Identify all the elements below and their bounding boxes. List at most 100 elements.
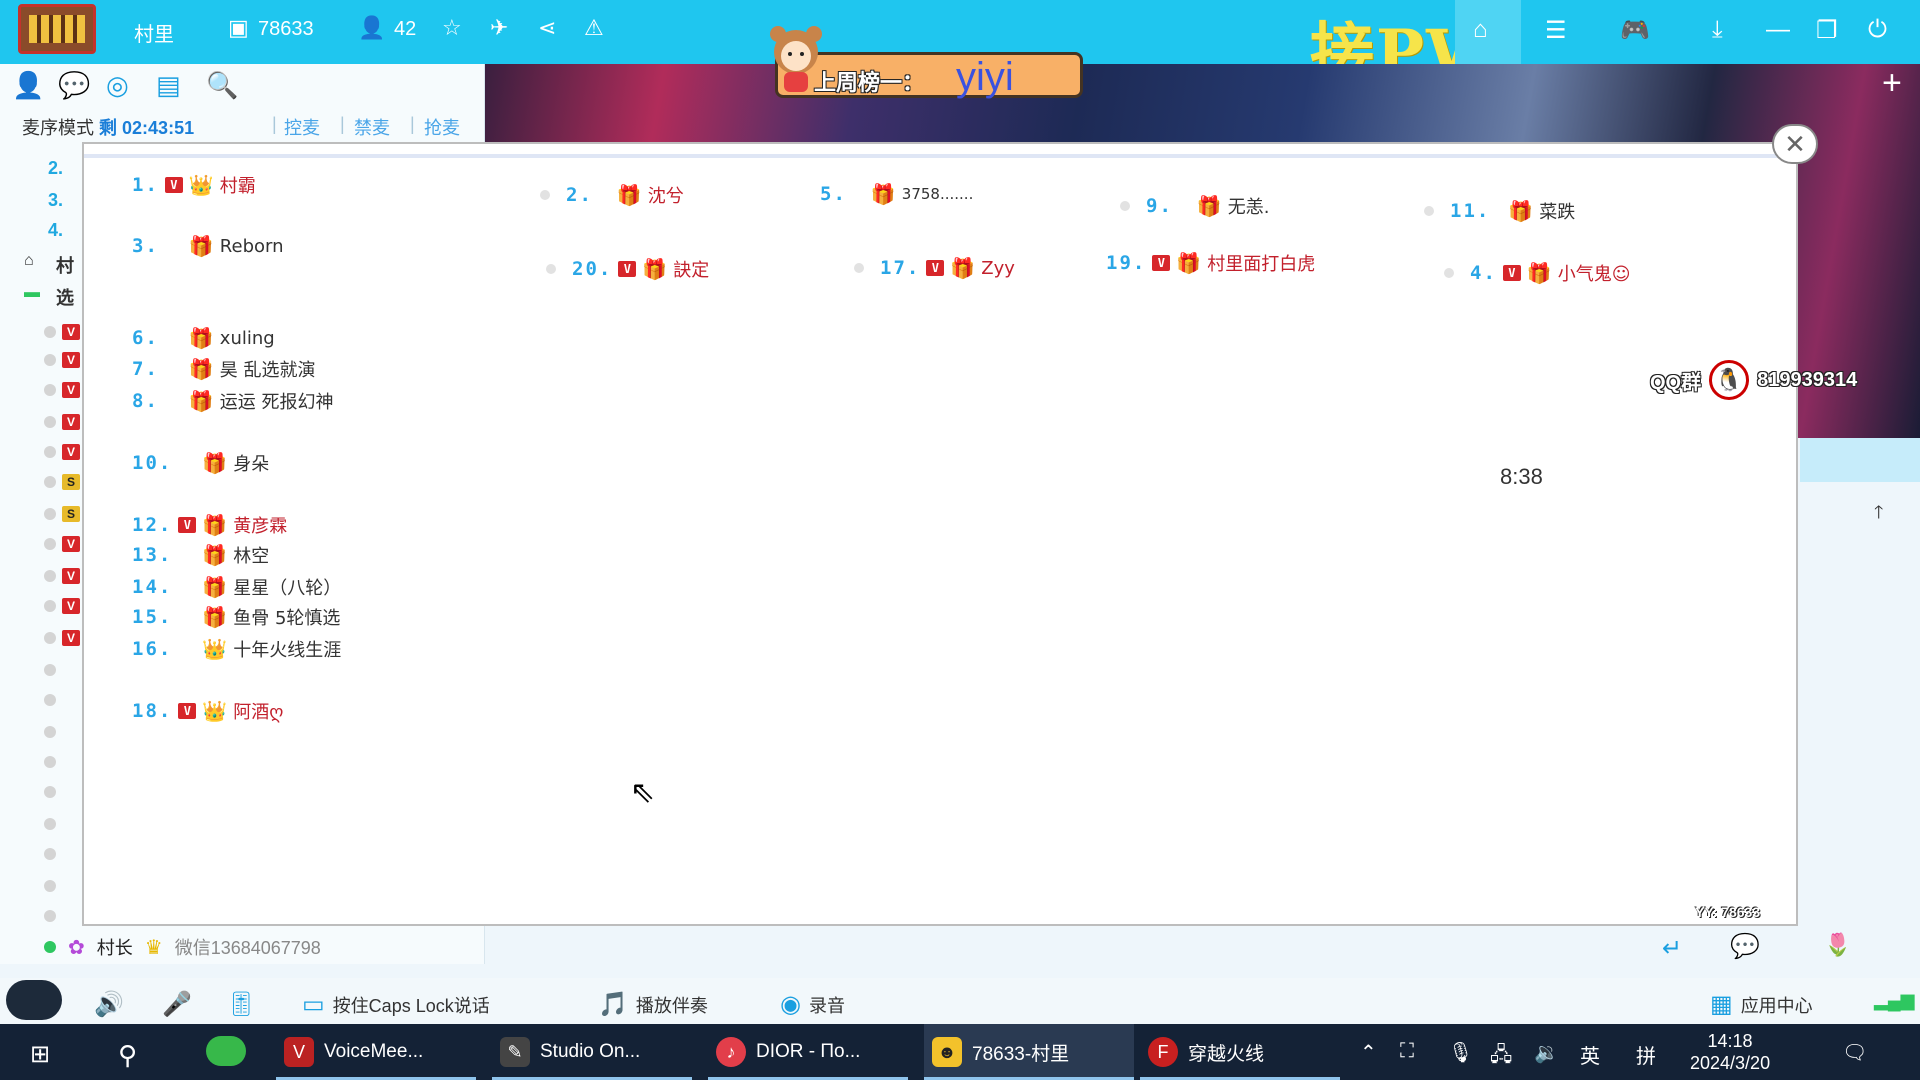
weekly-top-name: yiyi [956,55,1014,99]
queue-entry[interactable]: 6. 🎁 xuling [132,326,275,350]
ban-mic-link[interactable]: 禁麦 [354,114,390,140]
collapse-icon[interactable]: ⌂ [24,252,34,270]
queue-entry[interactable]: 8. 🎁 运运 死报幻神 [132,388,334,414]
queue-entry[interactable]: 18. V 👑 阿酒ღ [132,698,283,724]
member-status [44,910,56,922]
tray-app-icon[interactable]: ⛶ [1400,1040,1414,1063]
queue-entry[interactable]: 4. V 🎁 小气鬼☺ [1444,260,1631,286]
queue-entry[interactable]: 15. 🎁 鱼骨 5轮慎选 [132,604,340,630]
section-label[interactable]: 村 [56,252,74,278]
power-icon[interactable]: ⏻ [1868,16,1887,44]
queue-entry[interactable]: 13. 🎁 林空 [132,542,269,568]
volume-icon[interactable]: 🔉 [1534,1040,1559,1065]
member-status [44,756,56,768]
chat-icon[interactable]: 💬 [58,70,90,101]
board-icon[interactable]: ▤ [156,70,181,101]
windows-taskbar: ⊞ ⚲ V VoiceMee... ✎ Studio On... ♪ DIOR … [0,1024,1920,1080]
rose-icon[interactable]: 🌷 [1824,932,1851,958]
entry-rank: 2. [566,184,593,206]
entry-rank: 16. [132,638,173,660]
netease-music-icon: ♪ [716,1037,746,1067]
minimize-icon[interactable]: — [1766,16,1790,44]
add-icon[interactable]: + [1882,64,1902,103]
queue-entry[interactable]: 17. V 🎁 Zyy [854,256,1015,280]
member-status [44,632,56,644]
taskbar-app-yy[interactable]: ☻ 78633-村里 [924,1024,1134,1080]
member-status [44,880,56,892]
queue-entry[interactable]: 7. 🎁 昊 乱选就演 [132,356,316,382]
download-icon[interactable]: ⤓ [1712,16,1723,44]
queue-entry[interactable]: 19. V 🎁 村里面打白虎 [1106,250,1315,276]
notification-icon[interactable]: 🗨 [1842,1040,1867,1065]
scroll-up-icon[interactable]: 🡑 [1874,500,1883,530]
plane-icon[interactable]: ✈ [490,16,508,40]
member-row[interactable]: ✿ 村长 ♛ 微信13684067798 [44,934,321,960]
record-button[interactable]: ◉ 录音 [780,990,845,1019]
queue-entry[interactable]: 5. 🎁 3758....... [820,182,973,206]
close-button[interactable]: ✕ [1772,124,1818,164]
online-count[interactable]: 42 [394,18,416,41]
section-label[interactable]: 选 [56,284,74,310]
vip-badge: V [62,598,80,614]
queue-entry[interactable]: 3. 🎁 Reborn [132,234,284,258]
report-icon[interactable]: ⚠ [584,16,604,40]
mic-tray-icon[interactable]: 🎙 [1448,1040,1473,1065]
expand-icon[interactable]: ▬ [24,284,40,302]
ime-mode-indicator[interactable]: 拼 [1636,1040,1656,1069]
accompaniment-button[interactable]: 🎵 播放伴奏 [598,990,708,1019]
share-icon[interactable]: ⋖ [538,16,556,40]
return-icon[interactable]: ↵ [1662,934,1682,963]
queue-entry[interactable]: 12. V 🎁 黄彦霖 [132,512,287,538]
crown-icon: 👑 [202,637,228,661]
entry-name: 黄彦霖 [233,516,288,537]
queue-entry[interactable]: 16. 👑 十年火线生涯 [132,636,341,662]
home-button[interactable]: ⌂ [1455,0,1521,64]
avatar[interactable] [6,980,62,1020]
entry-rank: 10. [132,452,173,474]
room-id[interactable]: 78633 [258,18,314,41]
right-panel-header [1800,438,1920,482]
chevron-up-icon[interactable]: ⌃ [1360,1040,1377,1065]
queue-entry[interactable]: 9. 🎁 无恙. [1120,193,1270,219]
crown-icon: 👑 [188,173,214,197]
message-icon[interactable]: 💬 [1730,932,1760,961]
taskbar-app-voicemeeter[interactable]: V VoiceMee... [276,1024,476,1080]
queue-entry[interactable]: 2. 🎁 沈兮 [540,182,684,208]
push-to-talk-button[interactable]: ▭ 按住Caps Lock说话 [302,990,490,1019]
windows-start-icon[interactable]: ⊞ [30,1040,50,1069]
equalizer-icon[interactable]: 🎚 [226,990,256,1019]
browser-icon[interactable] [206,1036,246,1066]
taskbar-app-studio[interactable]: ✎ Studio On... [492,1024,692,1080]
gamepad-icon[interactable]: 🎮 [1620,16,1650,45]
location-icon[interactable]: ◎ [106,70,129,101]
member-icon[interactable]: 👤 [12,70,44,101]
search-icon[interactable]: ⚲ [118,1040,137,1071]
queue-entry[interactable]: 11. 🎁 菜跌 [1424,198,1575,224]
microphone-icon[interactable]: 🎤 [162,990,192,1019]
taskbar-app-music[interactable]: ♪ DIOR - По... [708,1024,908,1080]
vip-badge: V [178,517,197,533]
member-status [44,508,56,520]
ime-indicator[interactable]: 英 [1580,1040,1600,1069]
grab-mic-link[interactable]: 抢麦 [424,114,460,140]
search-icon[interactable]: 🔍 [206,70,238,101]
queue-entry[interactable]: 10. 🎁 身朵 [132,450,269,476]
queue-entry[interactable]: 14. 🎁 星星（八轮） [132,574,341,600]
queue-entry[interactable]: 20. V 🎁 訣定 [546,256,709,282]
gift-icon: 🎁 [1176,251,1202,275]
restore-icon[interactable]: ❐ [1816,16,1838,45]
app-center-button[interactable]: ▦ 应用中心 [1710,990,1813,1019]
taskbar-app-crossfire[interactable]: F 穿越火线 [1140,1024,1340,1080]
control-mic-link[interactable]: 控麦 [284,114,320,140]
star-icon[interactable]: ☆ [442,16,462,40]
list-icon[interactable]: ☰ [1545,16,1567,45]
record-label: 录音 [808,995,845,1016]
system-clock[interactable]: 14:18 2024/3/20 [1690,1030,1770,1074]
network-icon[interactable]: 🖧 [1490,1040,1512,1074]
entry-name: 鱼骨 5轮慎选 [233,608,341,629]
speaker-icon[interactable]: 🔊 [94,990,124,1019]
svip-badge: S [62,506,80,522]
overlay-divider [84,154,1796,158]
queue-entry[interactable]: 1. V 👑 村霸 [132,172,256,198]
gift-icon: 🎁 [202,543,228,567]
